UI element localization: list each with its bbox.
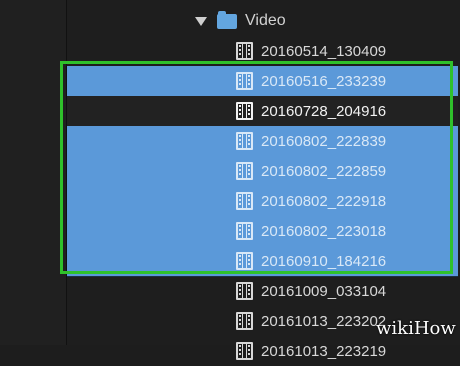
file-name: 20161009_033104 [261,282,387,300]
file-row[interactable]: 20160802_222918 [67,186,458,217]
file-row[interactable]: 20160910_184216 [67,246,458,277]
film-strip-icon [236,72,253,90]
watermark-logo: wikiHow [376,318,456,339]
file-name: 20160514_130409 [261,42,387,60]
file-name: 20161013_223219 [261,342,387,360]
file-name: 20160728_204916 [261,102,387,120]
file-row[interactable]: 20160802_222859 [67,156,458,187]
file-row[interactable]: 20160802_222839 [67,126,458,157]
folder-row-video[interactable]: Video [180,8,420,34]
file-name: 20160516_233239 [261,72,387,90]
sidebar-panel [0,0,67,345]
file-row[interactable]: 20160802_223018 [67,216,458,247]
file-name: 20161013_223202 [261,312,387,330]
film-strip-icon [236,132,253,150]
file-row[interactable]: 20160728_204916 [67,96,458,126]
film-strip-icon [236,252,253,270]
folder-icon [217,10,237,29]
file-name: 20160802_222859 [261,162,387,180]
triangle-down-icon[interactable] [195,16,207,26]
film-strip-icon [236,102,253,120]
file-row[interactable]: 20161009_033104 [67,276,458,306]
film-strip-icon [236,192,253,210]
file-name: 20160802_223018 [261,222,387,240]
file-row[interactable]: 20161013_223219 [67,336,458,366]
file-name: 20160910_184216 [261,252,387,270]
file-row[interactable]: 20160516_233239 [67,66,458,97]
film-strip-icon [236,282,253,300]
file-name: 20160802_222839 [261,132,387,150]
film-strip-icon [236,222,253,240]
film-strip-icon [236,162,253,180]
film-strip-icon [236,42,253,60]
folder-label: Video [245,12,286,29]
film-strip-icon [236,312,253,330]
file-row[interactable]: 20160514_130409 [67,36,458,66]
file-name: 20160802_222918 [261,192,387,210]
